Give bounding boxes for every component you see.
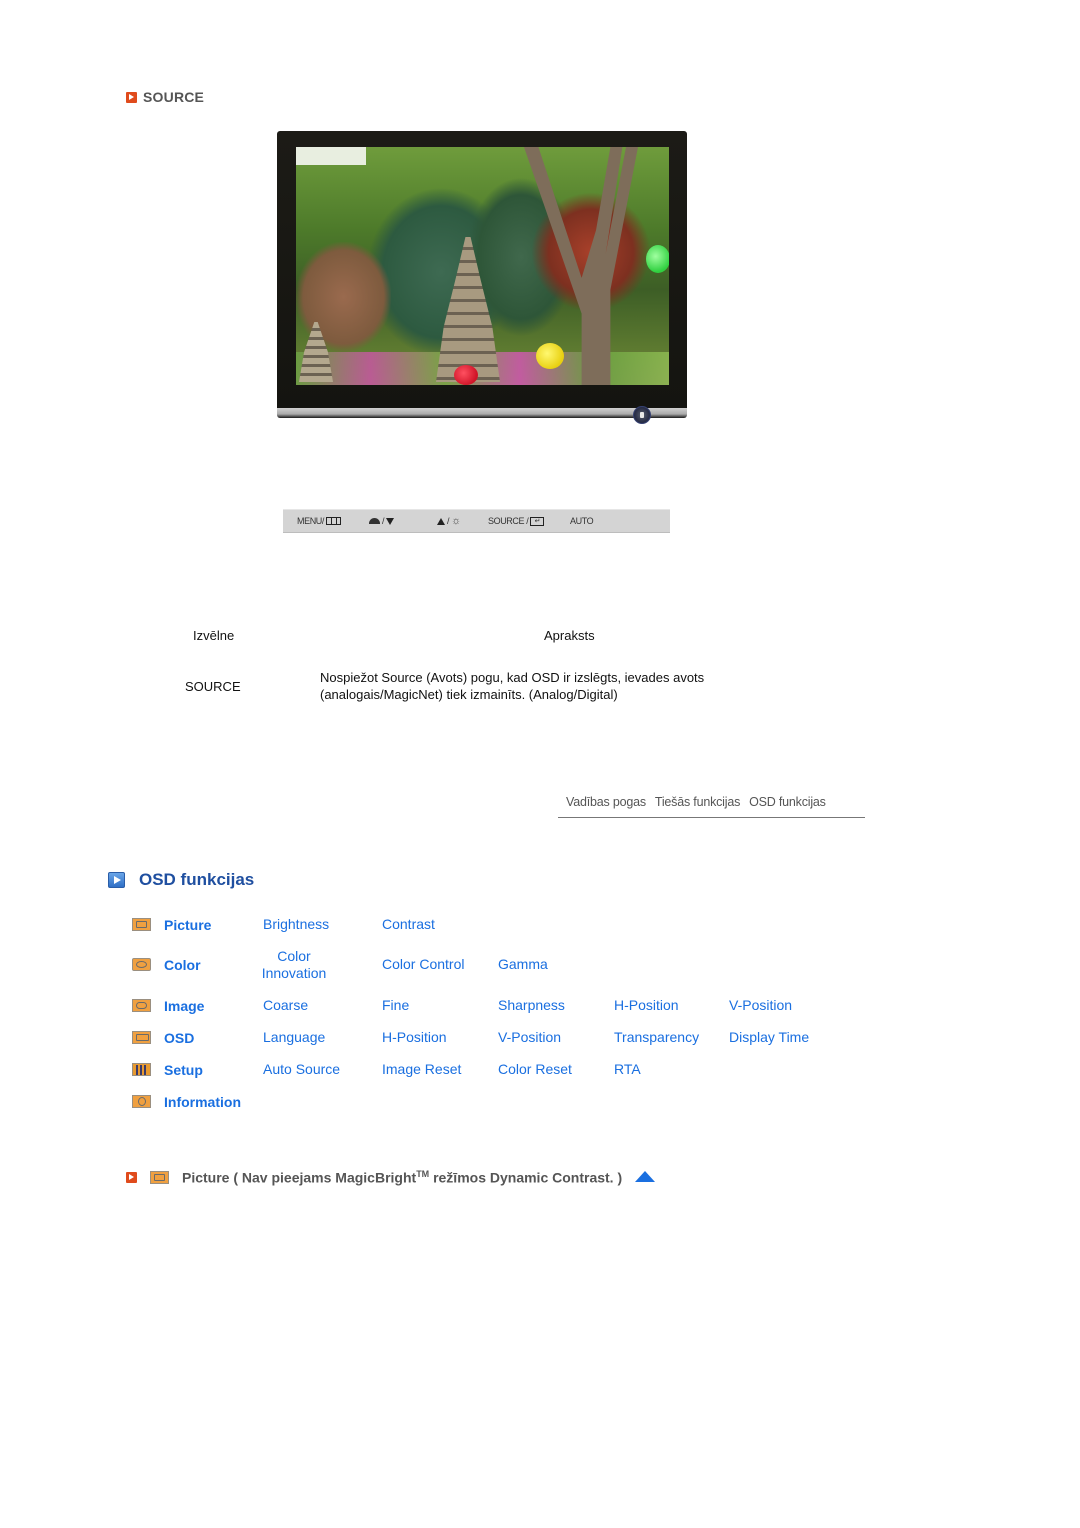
- trademark-mark: TM: [416, 1169, 430, 1179]
- nav-link-control-buttons[interactable]: Vadības pogas: [566, 795, 646, 809]
- setup-icon[interactable]: [132, 1063, 151, 1076]
- source-section-header: SOURCE: [126, 89, 204, 105]
- monitor-bezel-base: [277, 408, 687, 418]
- osd-section-title: OSD funkcijas: [139, 870, 255, 889]
- section-nav: Vadības pogas Tiešās funkcijas OSD funkc…: [560, 795, 865, 809]
- osd-category-osd[interactable]: OSD: [164, 1030, 194, 1046]
- osd-item-rta[interactable]: RTA: [614, 1061, 641, 1078]
- triangle-down-icon: [386, 517, 395, 525]
- osd-item-fine[interactable]: Fine: [382, 997, 409, 1014]
- magicbright-icon: [369, 518, 380, 524]
- menu-button: MENU/: [297, 516, 341, 526]
- brightness-sun-icon: ☼: [451, 514, 461, 527]
- description-line: (analogais/MagicNet) tiek izmainīts. (An…: [320, 687, 618, 702]
- osd-item-language[interactable]: Language: [263, 1029, 325, 1046]
- description-line: Nospiežot Source (Avots) pogu, kad OSD i…: [320, 670, 705, 685]
- red-arrow-icon: [126, 91, 137, 103]
- osd-category-setup[interactable]: Setup: [164, 1062, 203, 1078]
- nav-divider: [558, 817, 865, 818]
- red-arrow-icon: [126, 1171, 137, 1183]
- monitor-screen: [296, 147, 669, 385]
- osd-item-gamma[interactable]: Gamma: [498, 956, 548, 973]
- screen-red-lantern: [454, 365, 478, 385]
- monitor-image: [277, 131, 687, 424]
- image-icon[interactable]: [132, 999, 151, 1012]
- picture-section-header: Picture ( Nav pieejams MagicBrightTM rež…: [126, 1169, 656, 1186]
- blue-arrow-icon: [108, 872, 125, 888]
- table-header-menu: Izvēlne: [193, 628, 235, 643]
- osd-item-transparency[interactable]: Transparency: [614, 1029, 699, 1046]
- osd-item-color-innovation[interactable]: Color Innovation: [259, 948, 329, 982]
- osd-item-v-position[interactable]: V-Position: [729, 997, 792, 1014]
- osd-category-color[interactable]: Color: [164, 957, 201, 973]
- osd-section-header: OSD funkcijas: [108, 870, 254, 890]
- magicbright-down-button: /: [369, 516, 395, 526]
- up-brightness-button: / ☼: [437, 514, 461, 527]
- osd-category-image[interactable]: Image: [164, 998, 204, 1014]
- information-icon[interactable]: [132, 1095, 151, 1108]
- osd-item-h-position[interactable]: H-Position: [614, 997, 679, 1014]
- slash-text: /: [382, 516, 385, 526]
- osd-item-sharpness[interactable]: Sharpness: [498, 997, 565, 1014]
- enter-icon: ↵: [530, 516, 545, 526]
- osd-item-h-position[interactable]: H-Position: [382, 1029, 447, 1046]
- osd-item-auto-source[interactable]: Auto Source: [263, 1061, 340, 1078]
- scroll-top-icon[interactable]: [635, 1170, 656, 1182]
- item-line: Innovation: [261, 965, 327, 981]
- item-line: Color: [277, 948, 311, 964]
- menu-label: MENU/: [297, 516, 324, 526]
- table-cell-menu: SOURCE: [185, 679, 241, 694]
- nav-link-osd-functions[interactable]: OSD funkcijas: [749, 795, 826, 809]
- monitor-button-bar: MENU/ / / ☼ SOURCE / ↵ AUTO: [283, 509, 670, 533]
- screen-yellow-lantern: [536, 343, 564, 369]
- osd-category-information[interactable]: Information: [164, 1094, 241, 1110]
- osd-item-contrast[interactable]: Contrast: [382, 916, 435, 933]
- osd-item-v-position[interactable]: V-Position: [498, 1029, 561, 1046]
- auto-button: AUTO: [570, 516, 594, 526]
- osd-category-picture[interactable]: Picture: [164, 917, 211, 933]
- menu-grid-icon: [326, 517, 341, 525]
- osd-item-color-reset[interactable]: Color Reset: [498, 1061, 572, 1078]
- screen-sky: [296, 147, 366, 165]
- color-icon[interactable]: [132, 958, 151, 971]
- osd-item-color-control[interactable]: Color Control: [382, 956, 464, 973]
- picture-section-title: Picture ( Nav pieejams MagicBrightTM rež…: [182, 1169, 622, 1186]
- source-enter-button: SOURCE / ↵: [488, 516, 545, 526]
- triangle-up-icon: [437, 517, 445, 525]
- osd-icon[interactable]: [132, 1031, 151, 1044]
- screen-green-lantern: [646, 245, 669, 273]
- osd-item-brightness[interactable]: Brightness: [263, 916, 329, 933]
- osd-item-image-reset[interactable]: Image Reset: [382, 1061, 461, 1078]
- table-cell-description: Nospiežot Source (Avots) pogu, kad OSD i…: [320, 669, 704, 703]
- title-text: režīmos Dynamic Contrast. ): [429, 1169, 623, 1186]
- auto-label: AUTO: [570, 516, 594, 526]
- power-button-icon: [633, 406, 651, 424]
- nav-link-direct-functions[interactable]: Tiešās funkcijas: [655, 795, 740, 809]
- picture-icon[interactable]: [132, 918, 151, 931]
- source-section-title: SOURCE: [143, 89, 205, 105]
- slash-text: /: [447, 516, 450, 526]
- title-text: Picture ( Nav pieejams MagicBright: [182, 1169, 417, 1186]
- picture-icon: [150, 1170, 169, 1184]
- osd-item-display-time[interactable]: Display Time: [729, 1029, 809, 1046]
- table-header-description: Apraksts: [544, 628, 595, 643]
- source-label: SOURCE /: [488, 516, 529, 526]
- osd-item-coarse[interactable]: Coarse: [263, 997, 308, 1014]
